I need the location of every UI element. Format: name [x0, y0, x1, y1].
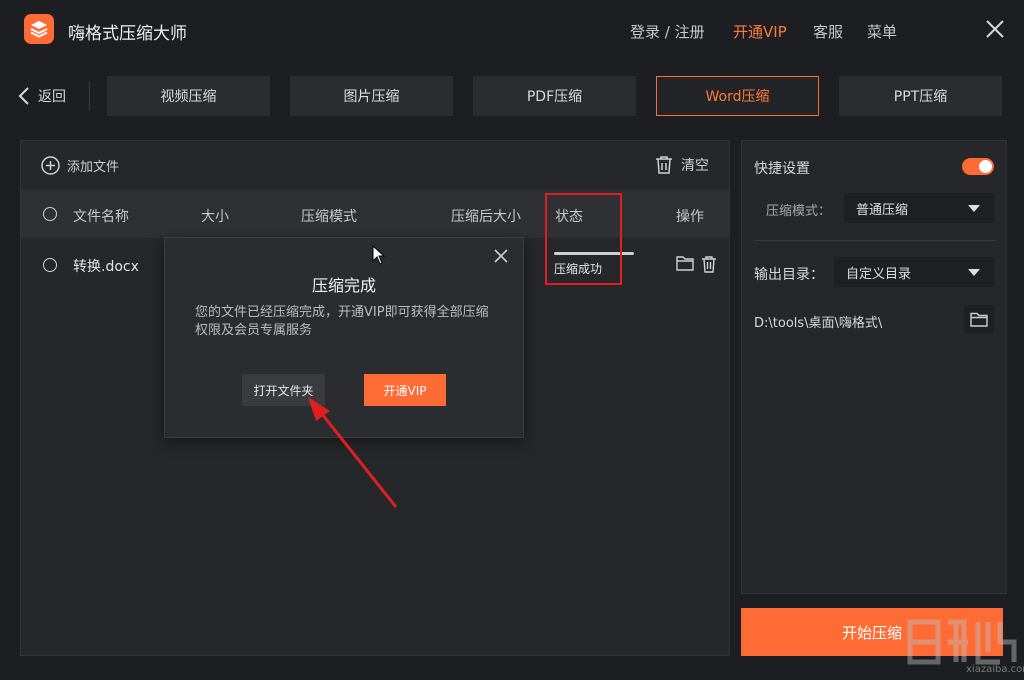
quick-settings-toggle[interactable]: [962, 158, 994, 175]
plus-circle-icon: [41, 156, 60, 175]
nav-divider: [89, 81, 90, 111]
output-dir-value: 自定义目录: [846, 266, 912, 282]
dialog-open-vip-button[interactable]: 开通VIP: [364, 374, 446, 406]
dropdown-caret-icon: [968, 205, 980, 212]
tab-ppt-compress[interactable]: PPT压缩: [839, 76, 1002, 116]
table-header: 文件名称 大小 压缩模式 压缩后大小 状态 操作: [21, 190, 729, 238]
app-logo-icon: [24, 14, 54, 44]
status-highlight-annotation: [545, 193, 622, 285]
menu-link[interactable]: 菜单: [867, 21, 897, 42]
file-name: 转换.docx: [73, 259, 139, 275]
app-title: 嗨格式压缩大师: [68, 24, 187, 44]
column-file-name: 文件名称: [73, 209, 129, 225]
row-select-radio[interactable]: [43, 258, 57, 272]
chevron-left-icon: [18, 87, 29, 105]
dialog-close-icon[interactable]: [493, 248, 509, 268]
column-compress-mode: 压缩模式: [301, 209, 357, 225]
add-file-button[interactable]: 添加文件: [41, 156, 119, 175]
column-actions: 操作: [676, 209, 704, 225]
open-folder-button[interactable]: 打开文件夹: [242, 374, 325, 406]
tab-word-compress[interactable]: Word压缩: [656, 76, 819, 116]
tab-image-compress[interactable]: 图片压缩: [290, 76, 453, 116]
tab-pdf-compress[interactable]: PDF压缩: [473, 76, 636, 116]
close-window-icon[interactable]: [984, 18, 1006, 40]
clear-label: 清空: [681, 158, 709, 174]
title-bar: 嗨格式压缩大师 登录 / 注册 开通VIP 客服 菜单: [0, 0, 1024, 60]
clear-button[interactable]: 清空: [655, 155, 709, 175]
watermark-text: xiazaiba.com: [966, 664, 1024, 675]
open-vip-link[interactable]: 开通VIP: [733, 21, 787, 42]
trash-icon: [656, 156, 672, 174]
settings-divider: [754, 240, 996, 241]
login-register-link[interactable]: 登录 / 注册: [630, 21, 705, 42]
quick-settings-label: 快捷设置: [754, 161, 810, 177]
dropdown-caret-icon: [968, 269, 980, 276]
add-file-label: 添加文件: [67, 160, 120, 175]
settings-panel: 快捷设置 压缩模式： 普通压缩 输出目录： 自定义目录 D:\tools\桌面\…: [741, 140, 1007, 594]
column-compressed-size: 压缩后大小: [451, 209, 521, 225]
tab-video-compress[interactable]: 视频压缩: [107, 76, 270, 116]
compress-mode-value: 普通压缩: [856, 202, 909, 218]
delete-file-icon[interactable]: [701, 255, 717, 277]
dialog-title: 压缩完成: [311, 276, 376, 295]
back-button[interactable]: 返回: [18, 84, 66, 108]
back-label: 返回: [38, 89, 66, 105]
mouse-cursor-icon: [372, 245, 386, 265]
browse-folder-button[interactable]: [964, 305, 994, 333]
folder-icon: [970, 312, 988, 327]
open-folder-icon[interactable]: [676, 255, 694, 275]
compression-complete-dialog: 压缩完成 您的文件已经压缩完成，开通VIP即可获得全部压缩权限及会员专属服务 打…: [164, 237, 524, 438]
column-size: 大小: [201, 209, 229, 225]
compress-mode-label: 压缩模式：: [766, 204, 832, 219]
compress-mode-select[interactable]: 普通压缩: [844, 193, 994, 223]
output-dir-select[interactable]: 自定义目录: [834, 257, 994, 287]
select-all-radio[interactable]: [43, 207, 57, 221]
dialog-message: 您的文件已经压缩完成，开通VIP即可获得全部压缩权限及会员专属服务: [195, 305, 489, 338]
output-path: D:\tools\桌面\嗨格式\: [754, 316, 883, 331]
output-dir-label: 输出目录：: [754, 267, 824, 283]
customer-service-link[interactable]: 客服: [813, 21, 843, 42]
